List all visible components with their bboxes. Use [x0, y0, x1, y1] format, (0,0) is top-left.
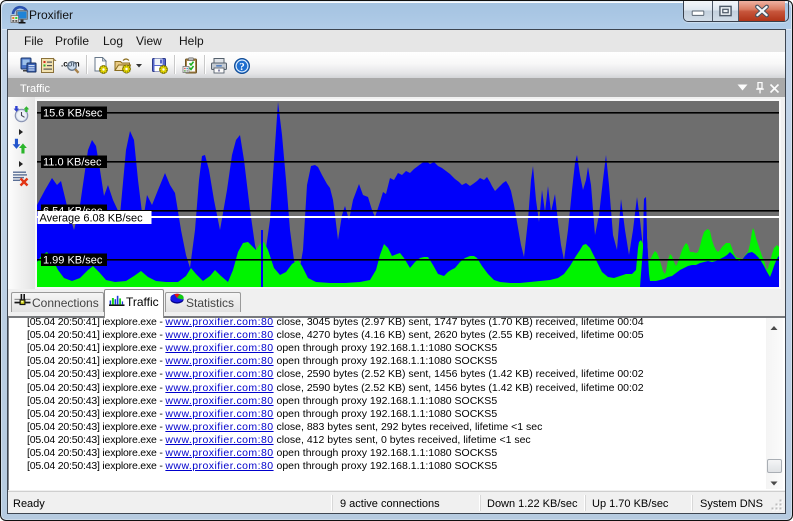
svg-text:11.0 KB/sec: 11.0 KB/sec: [43, 157, 102, 169]
svg-text:?: ?: [239, 61, 245, 73]
svg-text:Average 6.08 KB/sec: Average 6.08 KB/sec: [40, 213, 144, 225]
svg-text:15.6 KB/sec: 15.6 KB/sec: [43, 108, 103, 120]
svg-text:1.99 KB/sec: 1.99 KB/sec: [43, 255, 103, 267]
